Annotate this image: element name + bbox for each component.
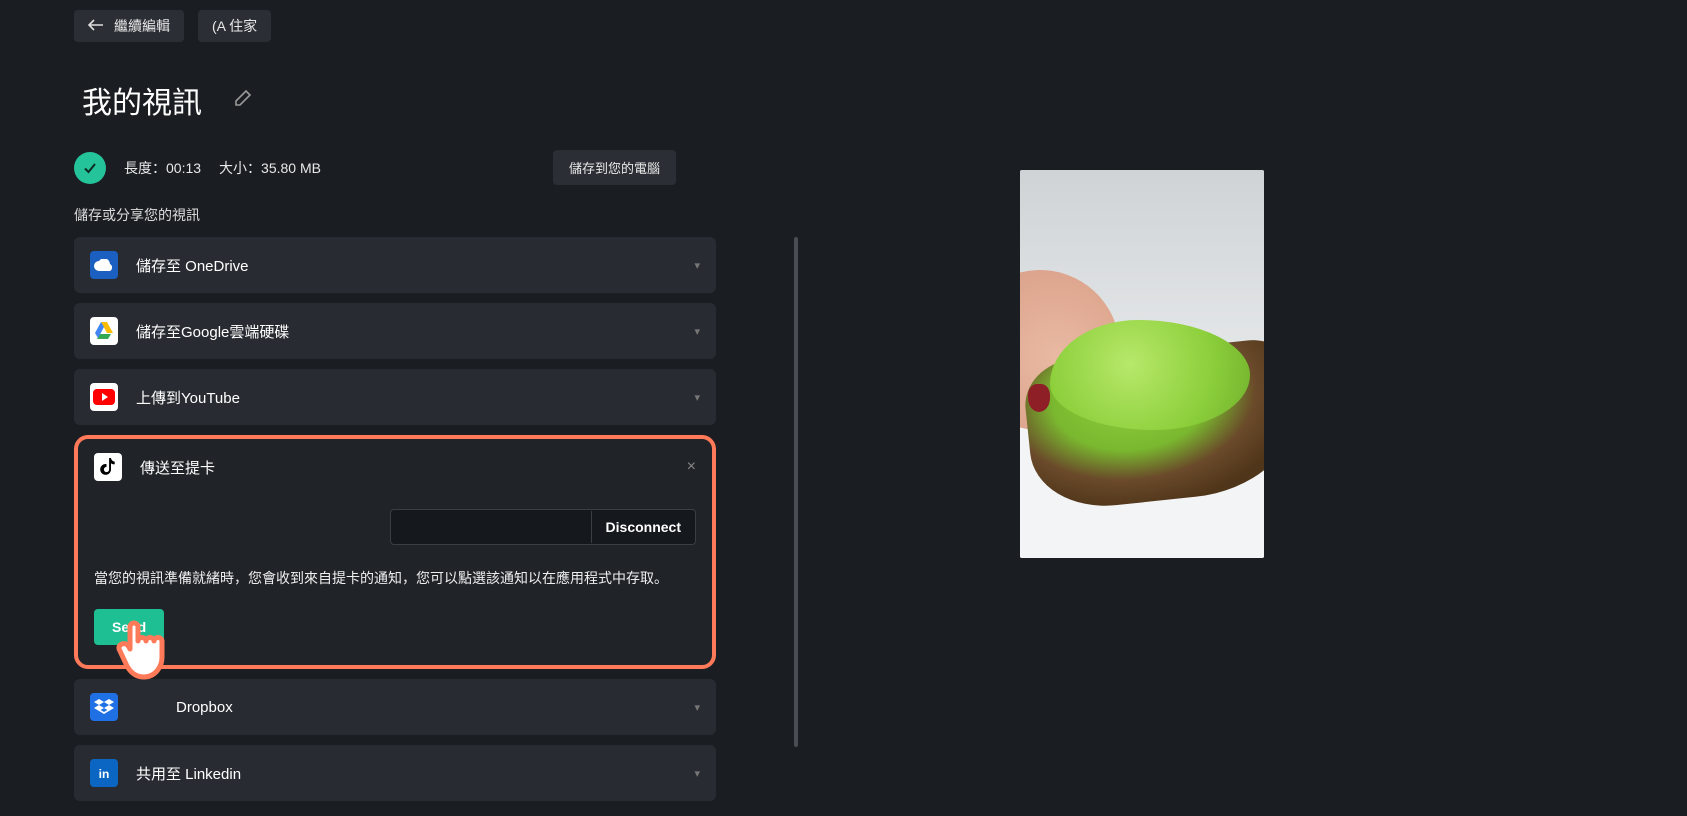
dest-tiktok-panel: 傳送至提卡 × Disconnect 當您的視訊準備就緒時，您會收到來自提卡的通…	[74, 435, 716, 669]
video-preview-thumbnail	[1020, 170, 1264, 558]
disconnect-label: Disconnect	[606, 519, 681, 535]
chevron-down-icon: ▾	[694, 701, 700, 714]
status-check-icon	[74, 152, 106, 184]
dest-gdrive[interactable]: 儲存至Google雲端硬碟 ▾	[74, 303, 716, 359]
onedrive-icon	[90, 251, 118, 279]
home-label: (A 住家	[212, 16, 257, 36]
save-to-pc-label: 儲存到您的電腦	[569, 161, 660, 176]
home-button[interactable]: (A 住家	[198, 10, 271, 42]
size-label: 大小：35.80 MB	[219, 158, 321, 178]
disconnect-button[interactable]: Disconnect	[591, 511, 695, 543]
chevron-down-icon: ▾	[694, 391, 700, 404]
dest-tiktok-label: 傳送至提卡	[140, 457, 215, 478]
dest-onedrive[interactable]: 儲存至 OneDrive ▾	[74, 237, 716, 293]
dest-dropbox-label: Dropbox	[176, 699, 233, 716]
dest-gdrive-label: 儲存至Google雲端硬碟	[136, 321, 289, 342]
share-section-label: 儲存或分享您的視訊	[0, 185, 790, 225]
tiktok-account-box: Disconnect	[390, 509, 696, 545]
arrow-left-icon	[88, 18, 104, 34]
dest-dropbox[interactable]: Dropbox ▾	[74, 679, 716, 735]
length-label: 長度：00:13	[124, 158, 201, 178]
chevron-down-icon: ▾	[694, 259, 700, 272]
tiktok-account-field[interactable]	[391, 510, 591, 544]
page-title: 我的視訊	[82, 78, 202, 122]
dest-youtube-label: 上傳到YouTube	[136, 387, 240, 408]
chevron-down-icon: ▾	[694, 767, 700, 780]
chevron-down-icon: ▾	[694, 325, 700, 338]
dropbox-icon	[90, 693, 118, 721]
scrollbar-thumb[interactable]	[794, 237, 798, 747]
send-button[interactable]: Send	[94, 609, 164, 645]
dest-youtube[interactable]: 上傳到YouTube ▾	[74, 369, 716, 425]
continue-edit-label: 繼續編輯	[114, 16, 170, 36]
dest-onedrive-label: 儲存至 OneDrive	[136, 255, 249, 276]
youtube-icon	[90, 383, 118, 411]
edit-title-icon[interactable]	[234, 89, 252, 112]
send-label: Send	[112, 619, 146, 635]
linkedin-icon: in	[90, 759, 118, 787]
tiktok-note: 當您的視訊準備就緒時，您會收到來自提卡的通知，您可以點選該通知以在應用程式中存取…	[94, 567, 696, 589]
svg-text:in: in	[99, 767, 110, 781]
continue-edit-button[interactable]: 繼續編輯	[74, 10, 184, 42]
scrollbar[interactable]	[794, 237, 798, 801]
gdrive-icon	[90, 317, 118, 345]
save-to-pc-button[interactable]: 儲存到您的電腦	[553, 150, 676, 185]
dest-linkedin-label: 共用至 Linkedin	[136, 763, 241, 784]
tiktok-icon	[94, 453, 122, 481]
close-icon[interactable]: ×	[687, 458, 696, 476]
dest-linkedin[interactable]: in 共用至 Linkedin ▾	[74, 745, 716, 801]
